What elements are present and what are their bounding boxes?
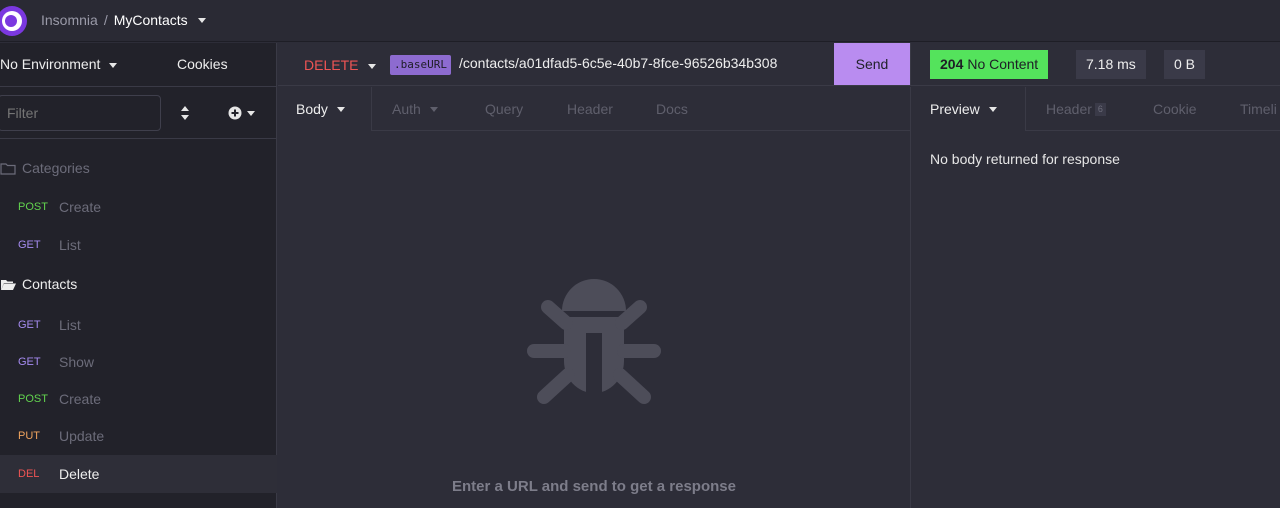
folder-contacts[interactable]: Contacts bbox=[0, 267, 77, 301]
url-input[interactable]: /contacts/a01dfad5-6c5e-40b7-8fce-96526b… bbox=[459, 55, 777, 71]
filter-row bbox=[0, 87, 277, 139]
sidebar: No Environment Cookies Categories POST C… bbox=[0, 43, 277, 508]
method-badge: GET bbox=[18, 319, 41, 331]
request-name: Show bbox=[59, 354, 95, 370]
folder-label: Categories bbox=[22, 160, 90, 176]
request-item[interactable]: GET List bbox=[0, 227, 277, 263]
request-item[interactable]: GET List bbox=[0, 307, 277, 343]
method-badge: POST bbox=[18, 201, 48, 213]
status-badge: 204 No Content bbox=[930, 50, 1049, 79]
tab-cookie[interactable]: Cookie bbox=[1153, 87, 1197, 131]
send-button[interactable]: Send bbox=[834, 43, 910, 85]
request-name: Delete bbox=[59, 466, 100, 482]
response-pane: No body returned for response bbox=[910, 131, 1280, 508]
request-item[interactable]: POST Create bbox=[0, 189, 277, 225]
method-badge: DEL bbox=[18, 468, 40, 480]
response-time: 7.18 ms bbox=[1076, 50, 1146, 79]
request-body-pane: Enter a URL and send to get a response bbox=[278, 131, 910, 508]
cookies-button[interactable]: Cookies bbox=[177, 56, 228, 72]
method-label: DELETE bbox=[304, 57, 359, 73]
request-item[interactable]: POST Create bbox=[0, 381, 277, 417]
folder-open-icon bbox=[1, 279, 16, 290]
environment-label: No Environment bbox=[0, 56, 101, 72]
response-bar: 204 No Content 7.18 ms 0 B bbox=[910, 43, 1280, 86]
title-bar: Insomnia / MyContacts bbox=[0, 0, 1280, 42]
status-text: No Content bbox=[967, 56, 1039, 72]
request-item-active[interactable]: DEL Delete bbox=[0, 455, 277, 493]
chevron-down-icon bbox=[336, 106, 345, 112]
request-name: Create bbox=[59, 391, 102, 407]
sort-icon[interactable] bbox=[180, 106, 190, 120]
request-tabs: Body Auth Query Header Docs bbox=[278, 87, 910, 131]
response-tabs: Preview Header 6 Cookie Timeli bbox=[910, 87, 1280, 131]
tab-query[interactable]: Query bbox=[485, 87, 523, 131]
folder-categories[interactable]: Categories bbox=[0, 151, 90, 185]
environment-row: No Environment Cookies bbox=[0, 43, 277, 87]
method-chevron-down-icon bbox=[368, 63, 377, 69]
tab-header[interactable]: Header bbox=[567, 87, 613, 131]
add-dropdown-icon[interactable] bbox=[228, 105, 260, 121]
breadcrumb: Insomnia / MyContacts bbox=[41, 12, 206, 28]
header-count-badge: 6 bbox=[1094, 102, 1106, 116]
url-bar: DELETE .baseURL /contacts/a01dfad5-6c5e-… bbox=[278, 43, 910, 86]
tab-preview[interactable]: Preview bbox=[911, 87, 1026, 131]
breadcrumb-workspace[interactable]: MyContacts bbox=[114, 12, 188, 28]
request-name: List bbox=[59, 317, 81, 333]
tab-label: Header bbox=[1046, 101, 1092, 117]
tab-response-header[interactable]: Header 6 bbox=[1046, 87, 1106, 131]
method-selector[interactable]: DELETE bbox=[304, 57, 377, 73]
bug-icon bbox=[527, 279, 661, 404]
tab-label: Body bbox=[296, 101, 328, 117]
insomnia-logo-icon[interactable] bbox=[0, 6, 27, 36]
chevron-down-icon bbox=[429, 106, 438, 112]
request-name: List bbox=[59, 237, 81, 253]
environment-chevron-down-icon bbox=[109, 62, 118, 68]
environment-selector[interactable]: No Environment bbox=[0, 56, 118, 72]
response-size: 0 B bbox=[1164, 50, 1206, 79]
tab-timeline[interactable]: Timeli bbox=[1240, 87, 1277, 131]
tab-docs[interactable]: Docs bbox=[656, 87, 688, 131]
base-url-tag[interactable]: .baseURL bbox=[390, 55, 451, 75]
method-badge: GET bbox=[18, 356, 41, 368]
chevron-down-icon bbox=[988, 106, 997, 112]
request-name: Create bbox=[59, 199, 102, 215]
tab-label: Auth bbox=[392, 101, 421, 117]
tab-auth[interactable]: Auth bbox=[392, 87, 438, 131]
request-name: Update bbox=[59, 428, 105, 444]
empty-response-hint: Enter a URL and send to get a response bbox=[452, 478, 736, 495]
method-badge: PUT bbox=[18, 430, 40, 442]
folder-label: Contacts bbox=[22, 276, 78, 292]
method-badge: GET bbox=[18, 239, 41, 251]
breadcrumb-app[interactable]: Insomnia bbox=[41, 12, 98, 28]
breadcrumb-separator: / bbox=[103, 12, 108, 28]
request-item[interactable]: PUT Update bbox=[0, 418, 277, 454]
tab-body[interactable]: Body bbox=[278, 87, 372, 131]
method-badge: POST bbox=[18, 393, 48, 405]
request-item[interactable]: GET Show bbox=[0, 344, 277, 380]
status-code: 204 bbox=[940, 56, 964, 72]
filter-input[interactable] bbox=[0, 95, 161, 131]
response-body-message: No body returned for response bbox=[930, 151, 1120, 167]
folder-closed-icon bbox=[0, 162, 16, 175]
workspace-chevron-down-icon[interactable] bbox=[197, 17, 206, 23]
tab-label: Preview bbox=[930, 101, 980, 117]
